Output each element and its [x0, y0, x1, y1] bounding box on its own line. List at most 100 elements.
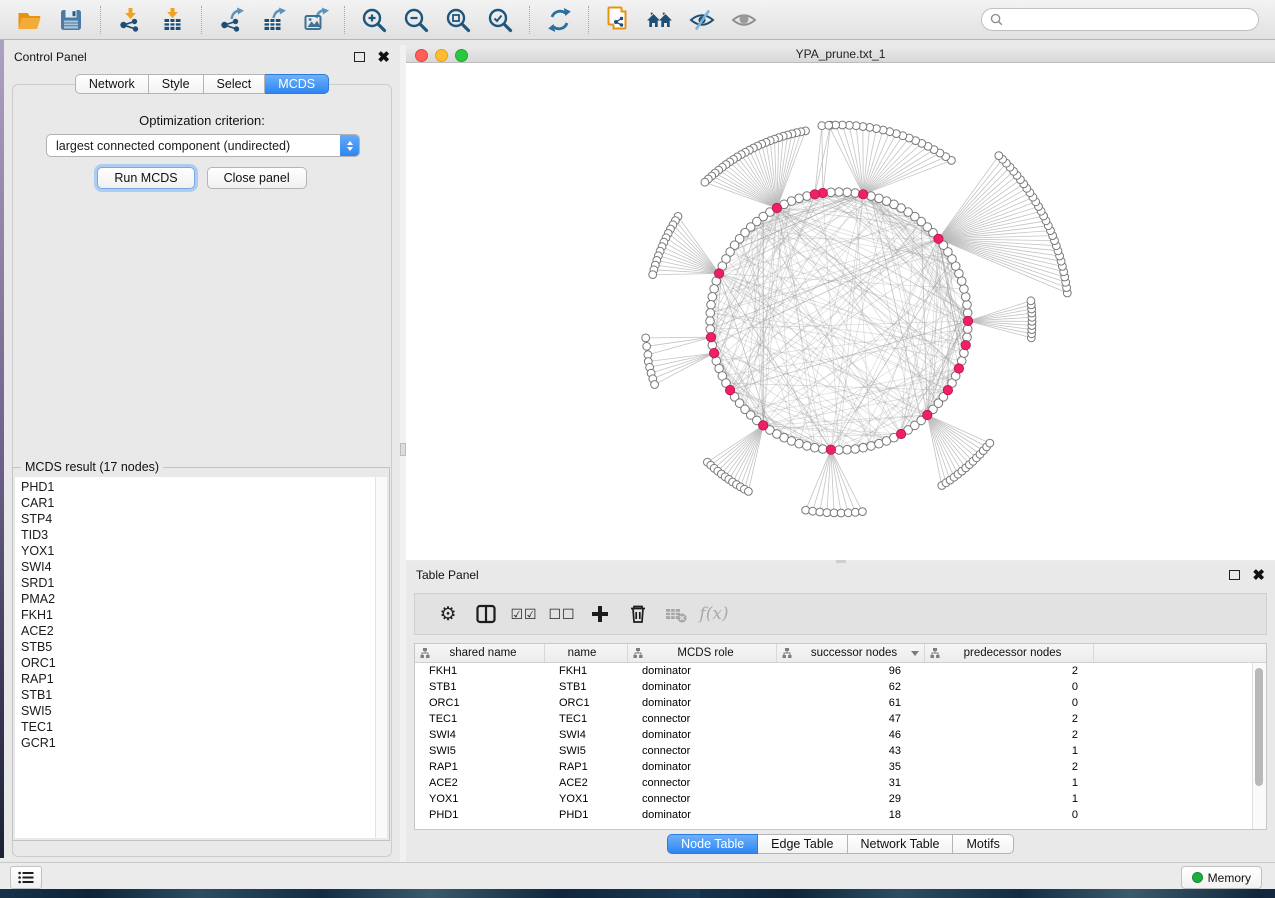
network-window-titlebar[interactable]: YPA_prune.txt_1: [406, 45, 1275, 63]
new-network-from-selection-icon[interactable]: [603, 5, 633, 35]
save-session-icon[interactable]: [56, 5, 86, 35]
close-panel-button[interactable]: Close panel: [207, 167, 307, 189]
table-cell: RAP1: [545, 761, 628, 773]
column-header-name[interactable]: name: [545, 644, 628, 662]
tab-network[interactable]: Network: [75, 74, 149, 94]
column-header-shared-name[interactable]: shared name: [415, 644, 545, 662]
tab-select[interactable]: Select: [204, 74, 266, 94]
mcds-result-item[interactable]: TEC1: [21, 719, 376, 735]
delete-trash-icon[interactable]: [619, 599, 657, 629]
mcds-result-item[interactable]: ORC1: [21, 655, 376, 671]
mcds-result-item[interactable]: GCR1: [21, 735, 376, 751]
column-header-predecessor-nodes[interactable]: predecessor nodes: [925, 644, 1094, 662]
mcds-result-item[interactable]: ACE2: [21, 623, 376, 639]
table-row[interactable]: STB1STB1dominator620: [415, 679, 1266, 695]
mcds-result-item[interactable]: PMA2: [21, 591, 376, 607]
table-scrollbar[interactable]: [1252, 663, 1266, 829]
search-input[interactable]: [1008, 10, 1258, 30]
open-file-icon[interactable]: [14, 5, 44, 35]
float-window-icon[interactable]: [1229, 570, 1240, 580]
show-columns-icon[interactable]: [467, 599, 505, 629]
mcds-result-item[interactable]: FKH1: [21, 607, 376, 623]
mcds-result-item[interactable]: STB1: [21, 687, 376, 703]
mcds-result-item[interactable]: CAR1: [21, 495, 376, 511]
table-cell: ACE2: [545, 777, 628, 789]
close-panel-icon[interactable]: ✖: [377, 50, 390, 65]
run-mcds-button[interactable]: Run MCDS: [97, 167, 194, 189]
toolbar-separator: [100, 6, 101, 34]
table-row[interactable]: TEC1TEC1connector472: [415, 711, 1266, 727]
network-window: YPA_prune.txt_1: [406, 45, 1275, 560]
network-graph[interactable]: [406, 63, 1275, 560]
mcds-result-item[interactable]: PHD1: [21, 479, 376, 495]
desktop-wallpaper-bottom: [0, 889, 1275, 898]
zoom-out-icon[interactable]: [401, 5, 431, 35]
table-cell: 2: [925, 713, 1094, 725]
memory-button[interactable]: Memory: [1181, 866, 1262, 889]
network-canvas[interactable]: [406, 63, 1275, 560]
table-row[interactable]: YOX1YOX1connector291: [415, 791, 1266, 807]
mcds-result-item[interactable]: SWI5: [21, 703, 376, 719]
zoom-in-icon[interactable]: [359, 5, 389, 35]
table-cell: STB1: [545, 681, 628, 693]
mcds-result-item[interactable]: TID3: [21, 527, 376, 543]
table-row[interactable]: SWI5SWI5connector431: [415, 743, 1266, 759]
close-panel-icon[interactable]: ✖: [1252, 568, 1265, 583]
table-cell: 35: [777, 761, 925, 773]
import-network-icon[interactable]: [115, 5, 145, 35]
export-image-icon[interactable]: [300, 5, 330, 35]
tab-mcds[interactable]: MCDS: [265, 74, 329, 94]
control-panel: Control Panel ✖ Network Style Select MCD…: [4, 45, 400, 862]
select-all-icon[interactable]: ☑☑: [505, 599, 543, 629]
optimization-criterion-select[interactable]: largest connected component (undirected): [46, 134, 360, 157]
mcds-result-item[interactable]: SRD1: [21, 575, 376, 591]
table-row[interactable]: FKH1FKH1dominator962: [415, 663, 1266, 679]
table-scrollbar-thumb[interactable]: [1255, 668, 1263, 786]
table-cell: dominator: [628, 761, 777, 773]
zoom-fit-icon[interactable]: [443, 5, 473, 35]
export-table-icon[interactable]: [258, 5, 288, 35]
toolbar-separator: [344, 6, 345, 34]
tab-style[interactable]: Style: [149, 74, 204, 94]
import-table-icon[interactable]: [157, 5, 187, 35]
mcds-result-item[interactable]: STP4: [21, 511, 376, 527]
table-cell: dominator: [628, 729, 777, 741]
table-row[interactable]: PHD1PHD1dominator180: [415, 807, 1266, 823]
column-header-mcds-role[interactable]: MCDS role: [628, 644, 777, 662]
mcds-result-item[interactable]: SWI4: [21, 559, 376, 575]
add-icon[interactable]: [581, 599, 619, 629]
mcds-result-item[interactable]: RAP1: [21, 671, 376, 687]
hide-selected-eye-icon[interactable]: [687, 5, 717, 35]
table-row[interactable]: RAP1RAP1dominator352: [415, 759, 1266, 775]
deselect-all-icon[interactable]: ☐☐: [543, 599, 581, 629]
task-history-button[interactable]: [10, 866, 42, 889]
memory-label: Memory: [1208, 871, 1251, 885]
zoom-selected-icon[interactable]: [485, 5, 515, 35]
table-row[interactable]: ACE2ACE2connector311: [415, 775, 1266, 791]
tab-network-table[interactable]: Network Table: [848, 834, 954, 854]
search-box[interactable]: [981, 8, 1259, 31]
mcds-result-item[interactable]: YOX1: [21, 543, 376, 559]
tab-motifs[interactable]: Motifs: [953, 834, 1013, 854]
mcds-result-item[interactable]: STB5: [21, 639, 376, 655]
table-cell: dominator: [628, 665, 777, 677]
refresh-icon[interactable]: [544, 5, 574, 35]
float-window-icon[interactable]: [354, 52, 365, 62]
optimization-criterion-value: largest connected component (undirected): [47, 139, 340, 153]
mcds-result-list[interactable]: PHD1CAR1STP4TID3YOX1SWI4SRD1PMA2FKH1ACE2…: [15, 477, 376, 838]
table-cell: 2: [925, 729, 1094, 741]
column-type-icon: [633, 648, 643, 658]
table-row[interactable]: SWI4SWI4dominator462: [415, 727, 1266, 743]
column-header-successor-nodes[interactable]: successor nodes: [777, 644, 925, 662]
mcds-list-scrollbar[interactable]: [375, 477, 387, 838]
table-cell: 62: [777, 681, 925, 693]
tab-edge-table[interactable]: Edge Table: [758, 834, 847, 854]
export-network-icon[interactable]: [216, 5, 246, 35]
table-settings-gear-icon[interactable]: ⚙: [429, 599, 467, 629]
table-cell: 18: [777, 809, 925, 821]
table-row[interactable]: ORC1ORC1dominator610: [415, 695, 1266, 711]
first-neighbors-icon[interactable]: [645, 5, 675, 35]
tab-node-table[interactable]: Node Table: [667, 834, 758, 854]
show-all-eye-icon[interactable]: [729, 5, 759, 35]
table-panel-title: Table Panel: [416, 568, 479, 582]
